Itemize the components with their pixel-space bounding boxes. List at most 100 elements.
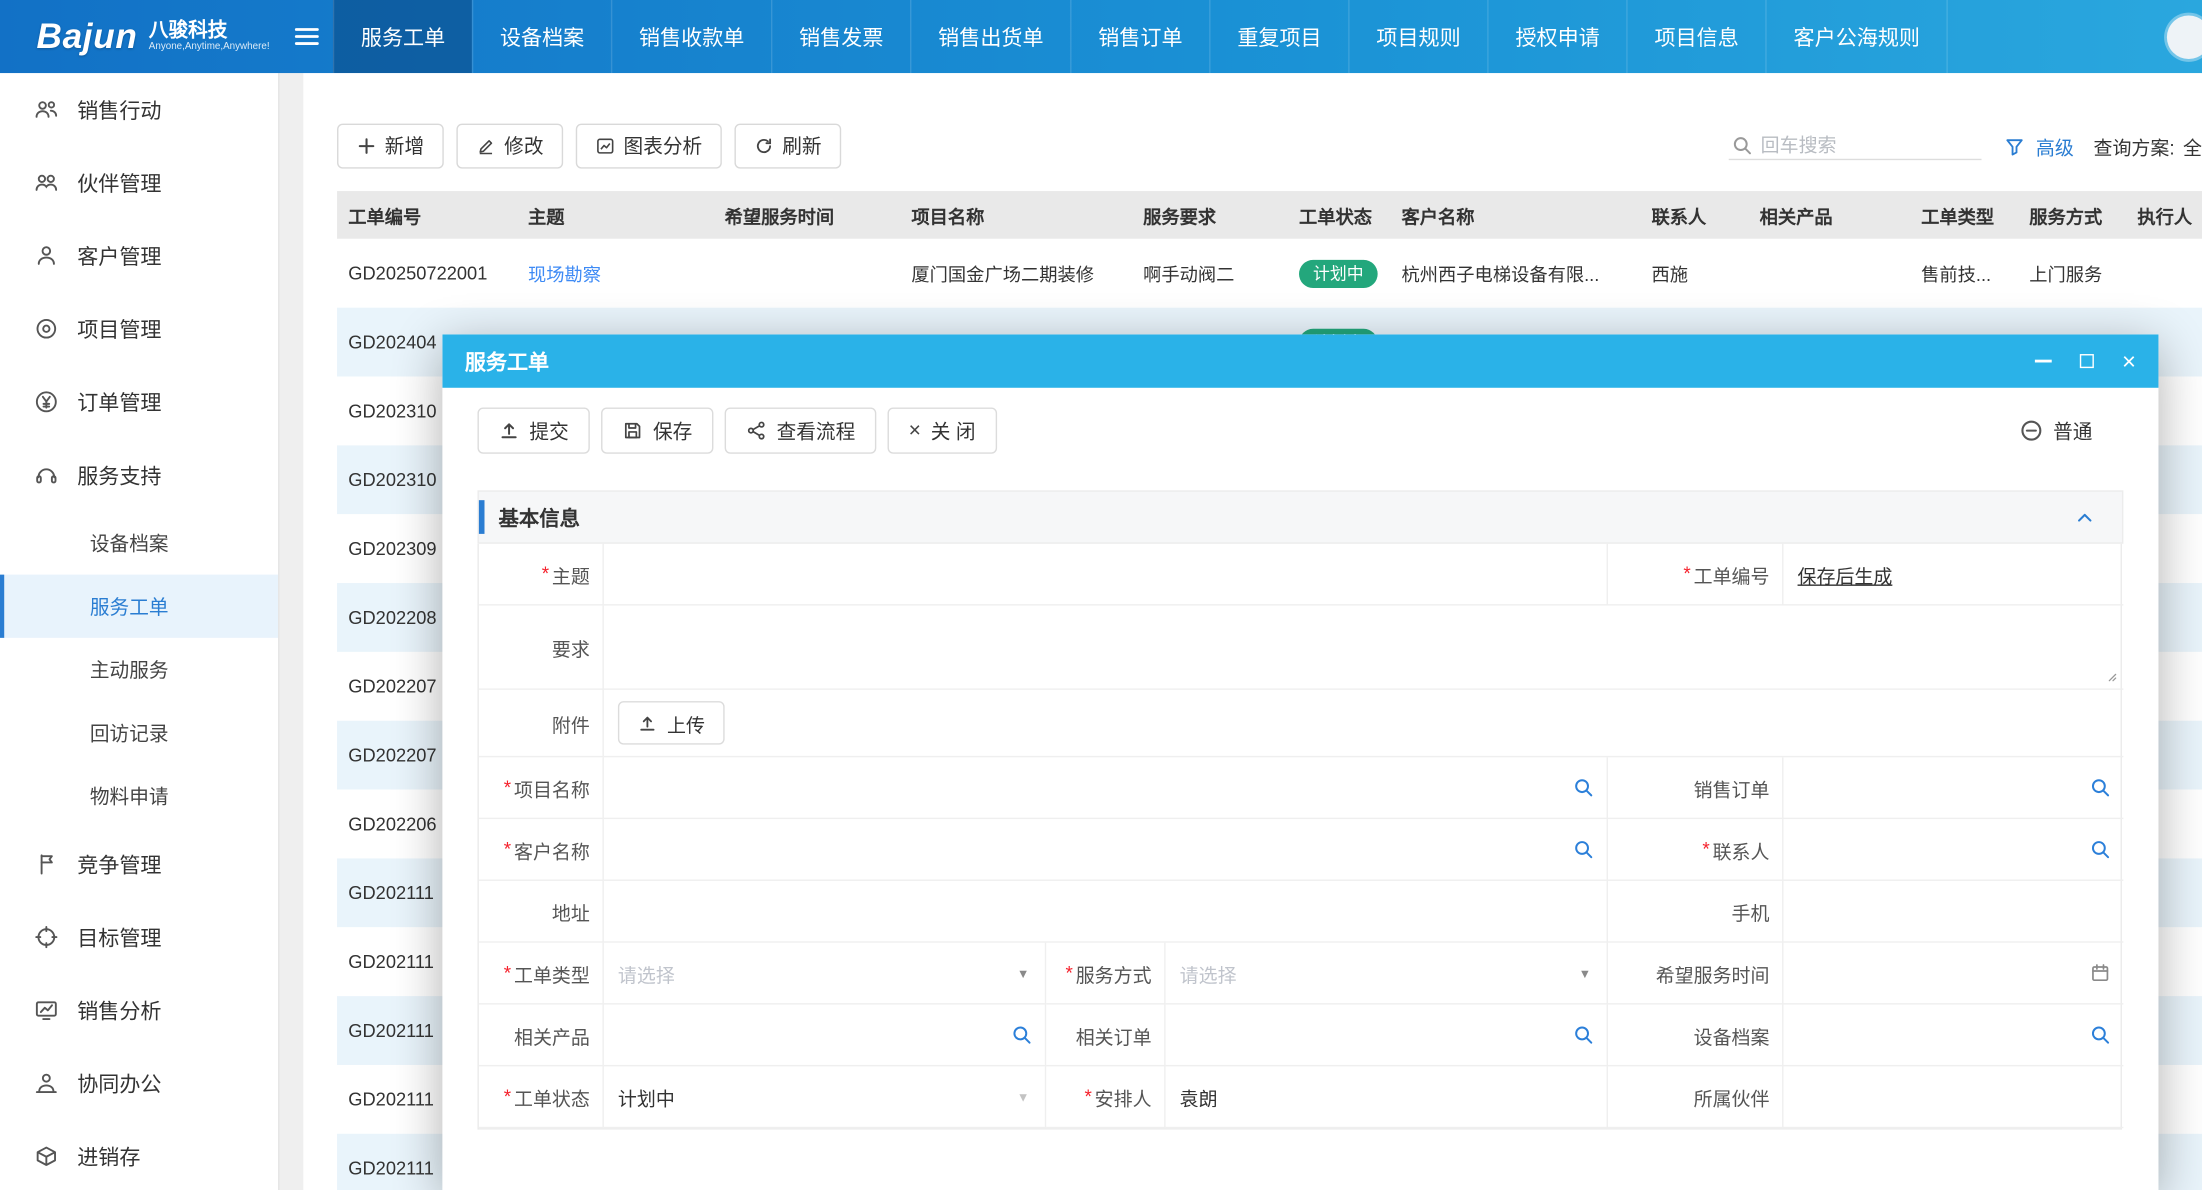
project-field[interactable] (618, 777, 1593, 798)
search-input[interactable] (1761, 135, 1972, 156)
assignee-field[interactable] (1180, 1086, 1593, 1107)
filter-funnel-icon[interactable] (2004, 136, 2025, 157)
column-header[interactable]: 客户名称 (1390, 191, 1640, 239)
sidebar-item[interactable]: 销售分析 (0, 974, 278, 1047)
nav-tab[interactable]: 销售发票 (771, 0, 910, 73)
sidebar-item[interactable]: 协同办公 (0, 1047, 278, 1120)
nav-tab[interactable]: 项目信息 (1626, 0, 1765, 73)
submit-button[interactable]: 提交 (477, 407, 589, 453)
column-header[interactable]: 联系人 (1640, 191, 1748, 239)
device-field[interactable] (1798, 1024, 2110, 1045)
type-select[interactable]: 请选择▼ (604, 943, 1046, 1005)
mobile-field[interactable] (1798, 901, 2110, 922)
nav-tab[interactable]: 设备档案 (472, 0, 611, 73)
close-button[interactable]: × 关 闭 (888, 407, 997, 453)
section-basic-info[interactable]: 基本信息 (477, 490, 2123, 543)
sidebar-subitem[interactable]: 物料申请 (0, 764, 278, 827)
upload-icon (638, 713, 658, 733)
chart-analysis-button[interactable]: 图表分析 (576, 124, 722, 169)
lookup-search-icon[interactable] (1573, 777, 1594, 798)
lookup-search-icon[interactable] (2090, 1024, 2111, 1045)
priority-selector[interactable]: 普通 (2019, 417, 2092, 445)
query-plan-value[interactable]: 全 (2183, 132, 2202, 160)
lookup-search-icon[interactable] (1573, 1024, 1594, 1045)
lookup-search-icon[interactable] (1011, 1024, 1032, 1045)
column-header[interactable]: 服务要求 (1132, 191, 1288, 239)
sidebar-item[interactable]: 订单管理 (0, 365, 278, 438)
column-header[interactable]: 服务方式 (2018, 191, 2126, 239)
sidebar-item-label: 销售行动 (77, 95, 161, 125)
sidebar-item[interactable]: 目标管理 (0, 901, 278, 974)
partner-field[interactable] (1798, 1086, 2110, 1107)
plus-icon (357, 136, 377, 156)
user-avatar[interactable] (2167, 15, 2202, 59)
edit-button[interactable]: 修改 (456, 124, 563, 169)
nav-tab[interactable]: 服务工单 (333, 0, 472, 73)
top-navbar: Bajun 八骏科技 Anyone,Anytime,Anywhere! 服务工单… (0, 0, 2202, 73)
minimize-icon[interactable] (2035, 360, 2052, 363)
column-header[interactable]: 工单状态 (1288, 191, 1391, 239)
status-select[interactable]: 计划中▼ (604, 1066, 1046, 1128)
modal-title: 服务工单 (465, 346, 549, 376)
office-icon (34, 1071, 59, 1096)
product-field[interactable] (618, 1024, 1031, 1045)
subject-link[interactable]: 现场勘察 (528, 260, 601, 287)
contact-field[interactable] (1798, 839, 2110, 860)
sidebar-item[interactable]: 进销存 (0, 1120, 278, 1190)
upload-button[interactable]: 上传 (618, 701, 725, 745)
related-order-field[interactable] (1180, 1024, 1593, 1045)
expected-time-field[interactable] (1798, 962, 2110, 983)
sidebar-subitem[interactable]: 主动服务 (0, 638, 278, 701)
method-select[interactable]: 请选择▼ (1166, 943, 1608, 1005)
nav-tab[interactable]: 项目规则 (1348, 0, 1487, 73)
column-header[interactable]: 工单编号 (337, 191, 517, 239)
column-header[interactable]: 相关产品 (1748, 191, 1909, 239)
service-order-modal: 服务工单 × 提交 保存 查看流程 (442, 334, 2158, 1190)
resize-handle-icon[interactable] (2101, 666, 2118, 683)
close-icon[interactable]: × (2122, 349, 2136, 373)
sidebar-subitem[interactable]: 回访记录 (0, 701, 278, 764)
save-button[interactable]: 保存 (601, 407, 713, 453)
advanced-search-link[interactable]: 高级 (2036, 132, 2074, 160)
requirement-field[interactable] (618, 636, 2109, 657)
search-zone: 高级 查询方案: 全 (1728, 132, 2202, 160)
method-label: *服务方式 (1046, 943, 1165, 1005)
sidebar-subitem[interactable]: 设备档案 (0, 511, 278, 574)
column-header[interactable]: 执行人 (2126, 191, 2202, 239)
sidebar-item[interactable]: 竞争管理 (0, 828, 278, 901)
column-header[interactable]: 希望服务时间 (713, 191, 900, 239)
nav-tab[interactable]: 授权申请 (1487, 0, 1626, 73)
project-label: *项目名称 (479, 757, 604, 819)
customer-field[interactable] (618, 839, 1593, 860)
cell-type: 售前技... (1910, 239, 2018, 308)
nav-tab[interactable]: 销售订单 (1070, 0, 1209, 73)
add-button[interactable]: 新增 (337, 124, 444, 169)
lookup-search-icon[interactable] (2090, 777, 2111, 798)
sales-order-field[interactable] (1798, 777, 2110, 798)
sidebar-item[interactable]: 服务支持 (0, 438, 278, 511)
lookup-search-icon[interactable] (2090, 839, 2111, 860)
button-label: 新增 (385, 132, 424, 160)
view-flow-button[interactable]: 查看流程 (725, 407, 877, 453)
column-header[interactable]: 主题 (517, 191, 714, 239)
sidebar-subitem[interactable]: 服务工单 (0, 575, 278, 638)
column-header[interactable]: 工单类型 (1910, 191, 2018, 239)
sidebar-item[interactable]: 客户管理 (0, 219, 278, 292)
column-header[interactable]: 项目名称 (900, 191, 1132, 239)
lookup-search-icon[interactable] (1573, 839, 1594, 860)
maximize-icon[interactable] (2080, 354, 2094, 368)
nav-tab[interactable]: 重复项目 (1209, 0, 1348, 73)
refresh-button[interactable]: 刷新 (734, 124, 841, 169)
nav-tab[interactable]: 销售出货单 (910, 0, 1070, 73)
table-row[interactable]: GD20250722001现场勘察厦门国金广场二期装修啊手动阀二计划中杭州西子电… (337, 239, 2202, 308)
subject-field[interactable] (618, 563, 1593, 584)
menu-hamburger-icon[interactable] (279, 0, 332, 73)
chevron-up-icon[interactable] (2076, 508, 2094, 526)
nav-tab[interactable]: 销售收款单 (611, 0, 771, 73)
address-field[interactable] (618, 901, 1593, 922)
sidebar-item[interactable]: 销售行动 (0, 73, 278, 146)
nav-tab[interactable]: 客户公海规则 (1765, 0, 1948, 73)
sidebar-item[interactable]: 项目管理 (0, 292, 278, 365)
sidebar-item[interactable]: 伙伴管理 (0, 146, 278, 219)
calendar-icon[interactable] (2090, 962, 2111, 983)
